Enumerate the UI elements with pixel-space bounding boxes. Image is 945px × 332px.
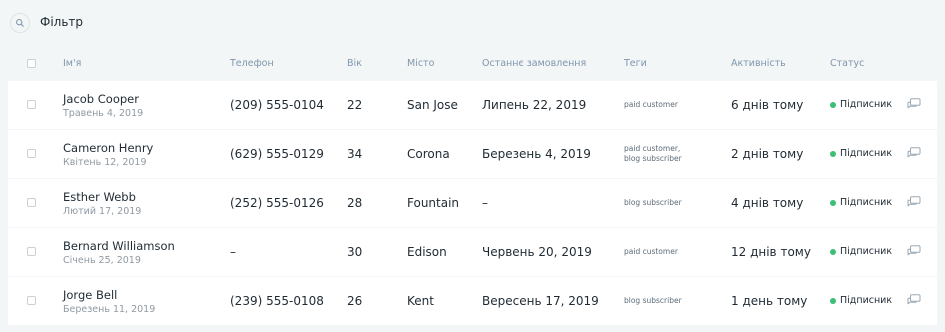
tag: paid customer <box>624 247 678 256</box>
tag: blog subscriber <box>624 296 682 305</box>
chat-icon[interactable] <box>907 294 921 306</box>
last-order: – <box>482 196 488 210</box>
city: San Jose <box>407 98 458 112</box>
status-badge: Підписник <box>830 99 892 110</box>
table-row[interactable]: Esther Webb Лютий 17, 2019 (252) 555-012… <box>8 179 937 227</box>
city: Kent <box>407 294 434 308</box>
status-badge: Підписник <box>830 246 892 257</box>
activity: 6 днів тому <box>731 98 804 112</box>
phone: – <box>230 245 236 259</box>
phone: (629) 555-0129 <box>230 147 324 161</box>
tags: blog subscriber <box>624 198 682 208</box>
table-row[interactable]: Bernard Williamson Січень 25, 2019 – 30 … <box>8 228 937 276</box>
status-badge: Підписник <box>830 148 892 159</box>
column-name[interactable]: Ім'я <box>63 58 81 69</box>
table-header: Ім'я Телефон Вік Місто Останнє замовленн… <box>8 46 937 81</box>
status-dot <box>830 150 836 157</box>
tag: paid customer, <box>624 144 681 153</box>
activity: 1 день тому <box>731 294 808 308</box>
customer-name[interactable]: Esther Webb <box>63 190 136 204</box>
tag: blog subscriber <box>624 198 682 207</box>
customer-date: Січень 25, 2019 <box>63 255 141 266</box>
row-checkbox[interactable] <box>27 198 36 207</box>
age: 22 <box>347 98 363 112</box>
phone: (239) 555-0108 <box>230 294 324 308</box>
status-dot <box>830 101 836 108</box>
age: 28 <box>347 196 363 210</box>
tag: blog subscriber <box>624 154 682 163</box>
status-badge: Підписник <box>830 295 892 306</box>
city: Fountain <box>407 196 460 210</box>
activity: 12 днів тому <box>731 245 811 259</box>
last-order: Червень 20, 2019 <box>482 245 592 259</box>
column-phone[interactable]: Телефон <box>230 58 274 69</box>
column-tags[interactable]: Теги <box>624 58 647 69</box>
age: 26 <box>347 294 363 308</box>
last-order: Липень 22, 2019 <box>482 98 587 112</box>
chat-icon[interactable] <box>907 245 921 257</box>
city: Edison <box>407 245 447 259</box>
column-activity[interactable]: Активність <box>731 58 786 69</box>
customer-date: Травень 4, 2019 <box>63 108 144 119</box>
filter-label[interactable]: Фільтр <box>40 15 83 29</box>
search-icon[interactable] <box>10 13 30 33</box>
column-age[interactable]: Вік <box>347 58 362 69</box>
last-order: Березень 4, 2019 <box>482 147 591 161</box>
row-checkbox[interactable] <box>27 247 36 256</box>
filter-bar: Фільтр <box>0 0 945 46</box>
last-order: Вересень 17, 2019 <box>482 294 599 308</box>
chat-icon[interactable] <box>907 98 921 110</box>
row-checkbox[interactable] <box>27 149 36 158</box>
status-label: Підписник <box>840 295 893 306</box>
select-all-checkbox[interactable] <box>27 59 36 68</box>
activity: 4 днів тому <box>731 196 804 210</box>
tags: blog subscriber <box>624 296 682 306</box>
status-label: Підписник <box>840 246 893 257</box>
status-dot <box>830 297 836 304</box>
tags: paid customer <box>624 100 678 110</box>
customer-name[interactable]: Cameron Henry <box>63 141 153 155</box>
chat-icon[interactable] <box>907 196 921 208</box>
chat-icon[interactable] <box>907 147 921 159</box>
column-city[interactable]: Місто <box>407 58 434 69</box>
table-row[interactable]: Cameron Henry Квітень 12, 2019 (629) 555… <box>8 130 937 178</box>
status-badge: Підписник <box>830 197 892 208</box>
customer-name[interactable]: Bernard Williamson <box>63 239 175 253</box>
tags: paid customer <box>624 247 678 257</box>
column-last-order[interactable]: Останнє замовлення <box>482 58 586 69</box>
row-checkbox[interactable] <box>27 100 36 109</box>
customer-date: Лютий 17, 2019 <box>63 206 142 217</box>
table-row[interactable]: Jorge Bell Березень 11, 2019 (239) 555-0… <box>8 277 937 325</box>
column-status[interactable]: Статус <box>830 58 864 69</box>
status-dot <box>830 248 836 255</box>
customer-date: Квітень 12, 2019 <box>63 157 147 168</box>
phone: (209) 555-0104 <box>230 98 324 112</box>
customer-name[interactable]: Jorge Bell <box>63 288 117 302</box>
activity: 2 днів тому <box>731 147 804 161</box>
age: 34 <box>347 147 363 161</box>
table-row[interactable]: Jacob Cooper Травень 4, 2019 (209) 555-0… <box>8 81 937 129</box>
tags: paid customer, blog subscriber <box>624 144 682 164</box>
row-checkbox[interactable] <box>27 296 36 305</box>
status-label: Підписник <box>840 197 893 208</box>
status-label: Підписник <box>840 99 893 110</box>
customer-date: Березень 11, 2019 <box>63 304 156 315</box>
phone: (252) 555-0126 <box>230 196 324 210</box>
tag: paid customer <box>624 100 678 109</box>
status-dot <box>830 199 836 206</box>
age: 30 <box>347 245 363 259</box>
customer-name[interactable]: Jacob Cooper <box>63 92 139 106</box>
city: Corona <box>407 147 450 161</box>
status-label: Підписник <box>840 148 893 159</box>
